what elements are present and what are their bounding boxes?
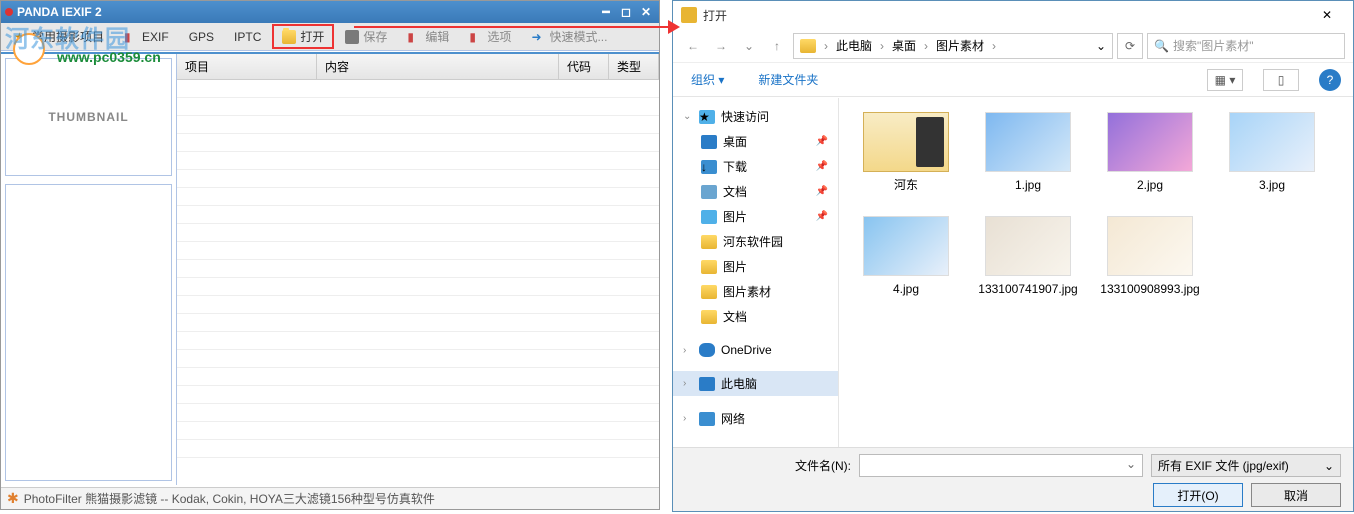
gps-button[interactable]: GPS — [180, 27, 223, 47]
close-button[interactable]: ✕ — [637, 5, 655, 19]
nav-hedong[interactable]: 河东软件园 — [673, 229, 838, 254]
nav-docs2[interactable]: 文档 — [673, 304, 838, 329]
view-mode-button[interactable]: ▦ ▾ — [1207, 69, 1243, 91]
filename-input[interactable] — [859, 454, 1143, 477]
refresh-button[interactable]: ⟳ — [1117, 33, 1143, 59]
dialog-title: 打开 — [703, 7, 1309, 24]
edit-button[interactable]: ▮编辑 — [398, 25, 458, 48]
preview-pane-button[interactable]: ▯ — [1263, 69, 1299, 91]
main-toolbar: ★常用摄影项目 ▮EXIF GPS IPTC 打开 保存 ▮编辑 ▮选项 ➜快速… — [1, 23, 659, 51]
nav-picmat[interactable]: 图片素材 — [673, 279, 838, 304]
file-dialog: 打开 ✕ ← → ⌄ ↑ › 此电脑 › 桌面 › 图片素材 › ⌄ ⟳ 🔍 搜… — [672, 0, 1354, 512]
nav-pics2[interactable]: 图片 — [673, 254, 838, 279]
minimize-button[interactable]: ━ — [597, 5, 615, 19]
file-3jpg[interactable]: 3.jpg — [1213, 108, 1331, 208]
nav-panel: ⌄★快速访问 桌面📌 ↓下载📌 文档📌 图片📌 河东软件园 图片 图片素材 文档… — [673, 98, 839, 447]
status-bar: ✱ PhotoFilter 熊猫摄影滤镜 -- Kodak, Cokin, HO… — [1, 487, 659, 509]
filetype-select[interactable]: 所有 EXIF 文件 (jpg/exif)⌄ — [1151, 454, 1341, 477]
nav-desktop[interactable]: 桌面📌 — [673, 129, 838, 154]
dialog-bottom: 文件名(N): 所有 EXIF 文件 (jpg/exif)⌄ 打开(O) 取消 — [673, 447, 1353, 511]
file-list[interactable]: 河东 1.jpg 2.jpg 3.jpg 4.jpg 133100741907.… — [839, 98, 1353, 447]
save-button[interactable]: 保存 — [336, 25, 396, 48]
quickmode-button[interactable]: ➜快速模式... — [522, 25, 616, 48]
breadcrumb-bar: ← → ⌄ ↑ › 此电脑 › 桌面 › 图片素材 › ⌄ ⟳ 🔍 搜索"图片素… — [673, 29, 1353, 63]
open-button[interactable]: 打开 — [272, 24, 334, 49]
nav-up-button[interactable]: ↑ — [765, 34, 789, 58]
nav-pictures[interactable]: 图片📌 — [673, 204, 838, 229]
app-window: PANDA IEXIF 2 ━ ◻ ✕ 河东软件园 www.pc0359.cn … — [0, 0, 660, 510]
app-icon — [5, 8, 13, 16]
col-type[interactable]: 类型 — [609, 54, 659, 79]
help-button[interactable]: ? — [1319, 69, 1341, 91]
file-folder-hedong[interactable]: 河东 — [847, 108, 965, 208]
dialog-body: ⌄★快速访问 桌面📌 ↓下载📌 文档📌 图片📌 河东软件园 图片 图片素材 文档… — [673, 98, 1353, 447]
nav-recent-button[interactable]: ⌄ — [737, 34, 761, 58]
breadcrumb-dropdown-icon[interactable]: ⌄ — [1096, 39, 1106, 53]
cancel-button[interactable]: 取消 — [1251, 483, 1341, 507]
nav-downloads[interactable]: ↓下载📌 — [673, 154, 838, 179]
nav-network[interactable]: ›网络 — [673, 406, 838, 431]
common-items-button[interactable]: ★常用摄影项目 — [5, 25, 113, 48]
breadcrumb-seg-pc[interactable]: 此电脑 — [832, 35, 876, 56]
grid-header: 项目 内容 代码 类型 — [177, 54, 659, 80]
newfolder-button[interactable]: 新建文件夹 — [752, 67, 824, 92]
search-input[interactable]: 🔍 搜索"图片素材" — [1147, 33, 1345, 59]
nav-thispc[interactable]: ›此电脑 — [673, 371, 838, 396]
dialog-icon — [681, 7, 697, 23]
dialog-titlebar: 打开 ✕ — [673, 1, 1353, 29]
grid-body[interactable] — [177, 80, 659, 472]
maximize-button[interactable]: ◻ — [617, 5, 635, 19]
file-2jpg[interactable]: 2.jpg — [1091, 108, 1209, 208]
col-content[interactable]: 内容 — [317, 54, 559, 79]
file-1jpg[interactable]: 1.jpg — [969, 108, 1087, 208]
preview-box — [5, 184, 172, 481]
iptc-button[interactable]: IPTC — [225, 27, 270, 47]
filename-label: 文件名(N): — [685, 457, 851, 474]
nav-onedrive[interactable]: ›OneDrive — [673, 339, 838, 361]
status-icon: ✱ — [7, 490, 19, 507]
nav-documents[interactable]: 文档📌 — [673, 179, 838, 204]
left-panel: THUMBNAIL — [1, 54, 177, 485]
file-133100908993[interactable]: 133100908993.jpg — [1091, 212, 1209, 312]
titlebar: PANDA IEXIF 2 ━ ◻ ✕ — [1, 1, 659, 23]
nav-quickaccess[interactable]: ⌄★快速访问 — [673, 104, 838, 129]
nav-back-button[interactable]: ← — [681, 34, 705, 58]
col-item[interactable]: 项目 — [177, 54, 317, 79]
status-text: PhotoFilter 熊猫摄影滤镜 -- Kodak, Cokin, HOYA… — [24, 490, 435, 507]
folder-icon — [800, 39, 816, 53]
breadcrumb-path[interactable]: › 此电脑 › 桌面 › 图片素材 › ⌄ — [793, 33, 1113, 59]
breadcrumb-seg-desktop[interactable]: 桌面 — [888, 35, 920, 56]
col-code[interactable]: 代码 — [559, 54, 609, 79]
main-content: THUMBNAIL 项目 内容 代码 类型 — [1, 52, 659, 485]
nav-forward-button[interactable]: → — [709, 34, 733, 58]
exif-button[interactable]: ▮EXIF — [115, 27, 178, 47]
app-title: PANDA IEXIF 2 — [17, 5, 102, 19]
open-confirm-button[interactable]: 打开(O) — [1153, 483, 1243, 507]
thumbnail-box: THUMBNAIL — [5, 58, 172, 176]
file-4jpg[interactable]: 4.jpg — [847, 212, 965, 312]
dialog-toolbar: 组织 ▾ 新建文件夹 ▦ ▾ ▯ ? — [673, 63, 1353, 97]
file-133100741907[interactable]: 133100741907.jpg — [969, 212, 1087, 312]
breadcrumb-seg-folder[interactable]: 图片素材 — [932, 35, 988, 56]
options-button[interactable]: ▮选项 — [460, 25, 520, 48]
organize-button[interactable]: 组织 ▾ — [685, 67, 730, 92]
dialog-close-button[interactable]: ✕ — [1309, 3, 1345, 27]
search-icon: 🔍 — [1154, 39, 1169, 53]
data-grid: 项目 内容 代码 类型 — [177, 54, 659, 485]
